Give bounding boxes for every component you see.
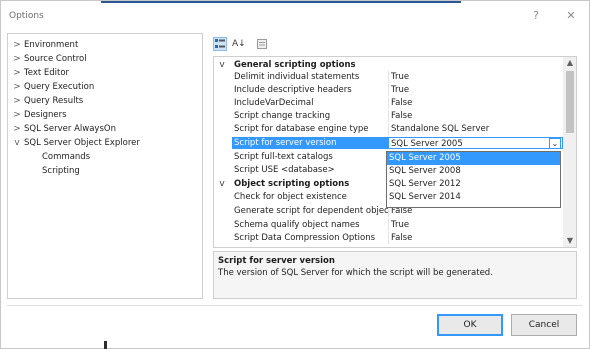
category-label: Object scripting options bbox=[234, 179, 350, 189]
tree-item-label: Designers bbox=[24, 110, 67, 120]
property-name: Include descriptive headers bbox=[234, 85, 352, 95]
tree-item-label: SQL Server Object Explorer bbox=[24, 138, 140, 148]
description-pane: Script for server version The version of… bbox=[213, 251, 577, 299]
property-name: Script USE <database> bbox=[234, 165, 335, 175]
selected-value: SQL Server 2005 bbox=[391, 139, 463, 149]
property-name: Script Data Compression Options bbox=[234, 233, 376, 243]
property-value[interactable]: False bbox=[388, 232, 563, 244]
property-value[interactable]: True bbox=[388, 71, 563, 83]
close-icon[interactable]: ✕ bbox=[564, 9, 578, 23]
property-name: Script full-text catalogs bbox=[234, 152, 333, 162]
help-icon[interactable]: ? bbox=[529, 9, 543, 23]
dropdown-option[interactable]: SQL Server 2014 bbox=[387, 191, 560, 204]
tree-item-label: Query Results bbox=[24, 96, 84, 106]
tree-item-label: Scripting bbox=[42, 166, 80, 176]
categorized-icon[interactable] bbox=[213, 37, 227, 51]
description-title: Script for server version bbox=[218, 256, 335, 266]
property-row[interactable]: Script Data Compression Options False bbox=[214, 232, 563, 244]
property-row[interactable]: Delimit individual statements True bbox=[214, 71, 563, 83]
scroll-up-icon[interactable]: ▲ bbox=[563, 57, 576, 69]
property-name: Script change tracking bbox=[234, 111, 331, 121]
category-general-scripting-options[interactable]: v General scripting options bbox=[214, 59, 563, 71]
tree-item-text-editor[interactable]: > Text Editor bbox=[10, 66, 69, 80]
property-name: Generate script for dependent objects bbox=[234, 206, 388, 216]
category-label: General scripting options bbox=[234, 60, 356, 70]
tree-item-commands[interactable]: Commands bbox=[42, 150, 90, 164]
property-row[interactable]: Include descriptive headers True bbox=[214, 84, 563, 96]
property-value[interactable]: Standalone SQL Server bbox=[388, 123, 563, 135]
chevron-right-icon[interactable]: > bbox=[10, 122, 24, 136]
tree-item-designers[interactable]: > Designers bbox=[10, 108, 67, 122]
dialog-title: Options bbox=[9, 11, 44, 21]
tree-item-environment[interactable]: > Environment bbox=[10, 38, 78, 52]
tree-item-label: Environment bbox=[24, 40, 79, 50]
tree-item-label: Query Execution bbox=[24, 82, 95, 92]
scrollbar-thumb[interactable] bbox=[566, 71, 574, 133]
tree-item-sql-server-object-explorer[interactable]: v SQL Server Object Explorer bbox=[10, 136, 140, 150]
options-tree: > Environment > Source Control > Text Edito… bbox=[7, 33, 203, 299]
dropdown-option[interactable]: SQL Server 2005 bbox=[387, 152, 560, 165]
property-pages-icon[interactable] bbox=[255, 37, 269, 51]
background-window-mark bbox=[104, 341, 107, 349]
property-value[interactable]: True bbox=[388, 219, 563, 231]
chevron-right-icon[interactable]: > bbox=[10, 108, 24, 122]
tree-item-source-control[interactable]: > Source Control bbox=[10, 52, 87, 66]
chevron-right-icon[interactable]: > bbox=[10, 94, 24, 108]
chevron-down-icon[interactable]: v bbox=[214, 178, 230, 190]
chevron-down-icon[interactable]: ⌄ bbox=[549, 138, 561, 149]
chevron-down-icon[interactable]: v bbox=[10, 136, 24, 150]
property-name: Script for database engine type bbox=[234, 124, 369, 134]
server-version-dropdown-list: SQL Server 2005 SQL Server 2008 SQL Serv… bbox=[386, 151, 561, 208]
chevron-down-icon[interactable]: v bbox=[214, 59, 230, 71]
options-dialog: Options ? ✕ > Environment > Source Control… bbox=[0, 0, 590, 349]
chevron-right-icon[interactable]: > bbox=[10, 38, 24, 52]
property-value[interactable]: False bbox=[388, 110, 563, 122]
tree-item-query-execution[interactable]: > Query Execution bbox=[10, 80, 94, 94]
chevron-right-icon[interactable]: > bbox=[10, 80, 24, 94]
property-name: Delimit individual statements bbox=[234, 72, 360, 82]
vertical-scrollbar[interactable]: ▲ ▼ bbox=[563, 57, 576, 247]
property-value[interactable]: False bbox=[388, 97, 563, 109]
server-version-select[interactable]: SQL Server 2005 ⌄ bbox=[388, 137, 563, 149]
tree-item-label: Text Editor bbox=[24, 68, 70, 78]
chevron-right-icon[interactable]: > bbox=[10, 52, 24, 66]
property-row[interactable]: IncludeVarDecimal False bbox=[214, 97, 563, 109]
cancel-button[interactable]: Cancel bbox=[511, 314, 577, 336]
property-name: Script for server version bbox=[232, 137, 388, 149]
property-name: IncludeVarDecimal bbox=[234, 98, 314, 108]
alphabetical-sort-icon[interactable]: A↓ bbox=[231, 37, 246, 51]
description-text: The version of SQL Server for which the … bbox=[218, 268, 493, 278]
dropdown-option[interactable]: SQL Server 2008 bbox=[387, 165, 560, 178]
tree-item-query-results[interactable]: > Query Results bbox=[10, 94, 83, 108]
scroll-down-icon[interactable]: ▼ bbox=[563, 235, 576, 247]
property-row-selected[interactable]: Script for server version SQL Server 200… bbox=[214, 137, 563, 149]
property-row[interactable]: Schema qualify object names True bbox=[214, 219, 563, 231]
dropdown-option[interactable]: SQL Server 2012 bbox=[387, 178, 560, 191]
tree-item-label: Commands bbox=[42, 152, 91, 162]
tree-item-label: Source Control bbox=[24, 54, 87, 64]
chevron-right-icon[interactable]: > bbox=[10, 66, 24, 80]
tree-item-label: SQL Server AlwaysOn bbox=[24, 124, 116, 134]
property-name: Check for object existence bbox=[234, 192, 347, 202]
ok-button[interactable]: OK bbox=[437, 314, 503, 336]
property-name: Schema qualify object names bbox=[234, 220, 360, 230]
property-row[interactable]: Script for database engine type Standalo… bbox=[214, 123, 563, 135]
tree-item-sql-server-alwayson[interactable]: > SQL Server AlwaysOn bbox=[10, 122, 116, 136]
tree-item-scripting[interactable]: Scripting bbox=[42, 164, 80, 178]
property-row[interactable]: Script change tracking False bbox=[214, 110, 563, 122]
title-bar[interactable]: Options ? ✕ bbox=[1, 1, 589, 33]
divider bbox=[7, 305, 583, 306]
property-value[interactable]: True bbox=[388, 84, 563, 96]
